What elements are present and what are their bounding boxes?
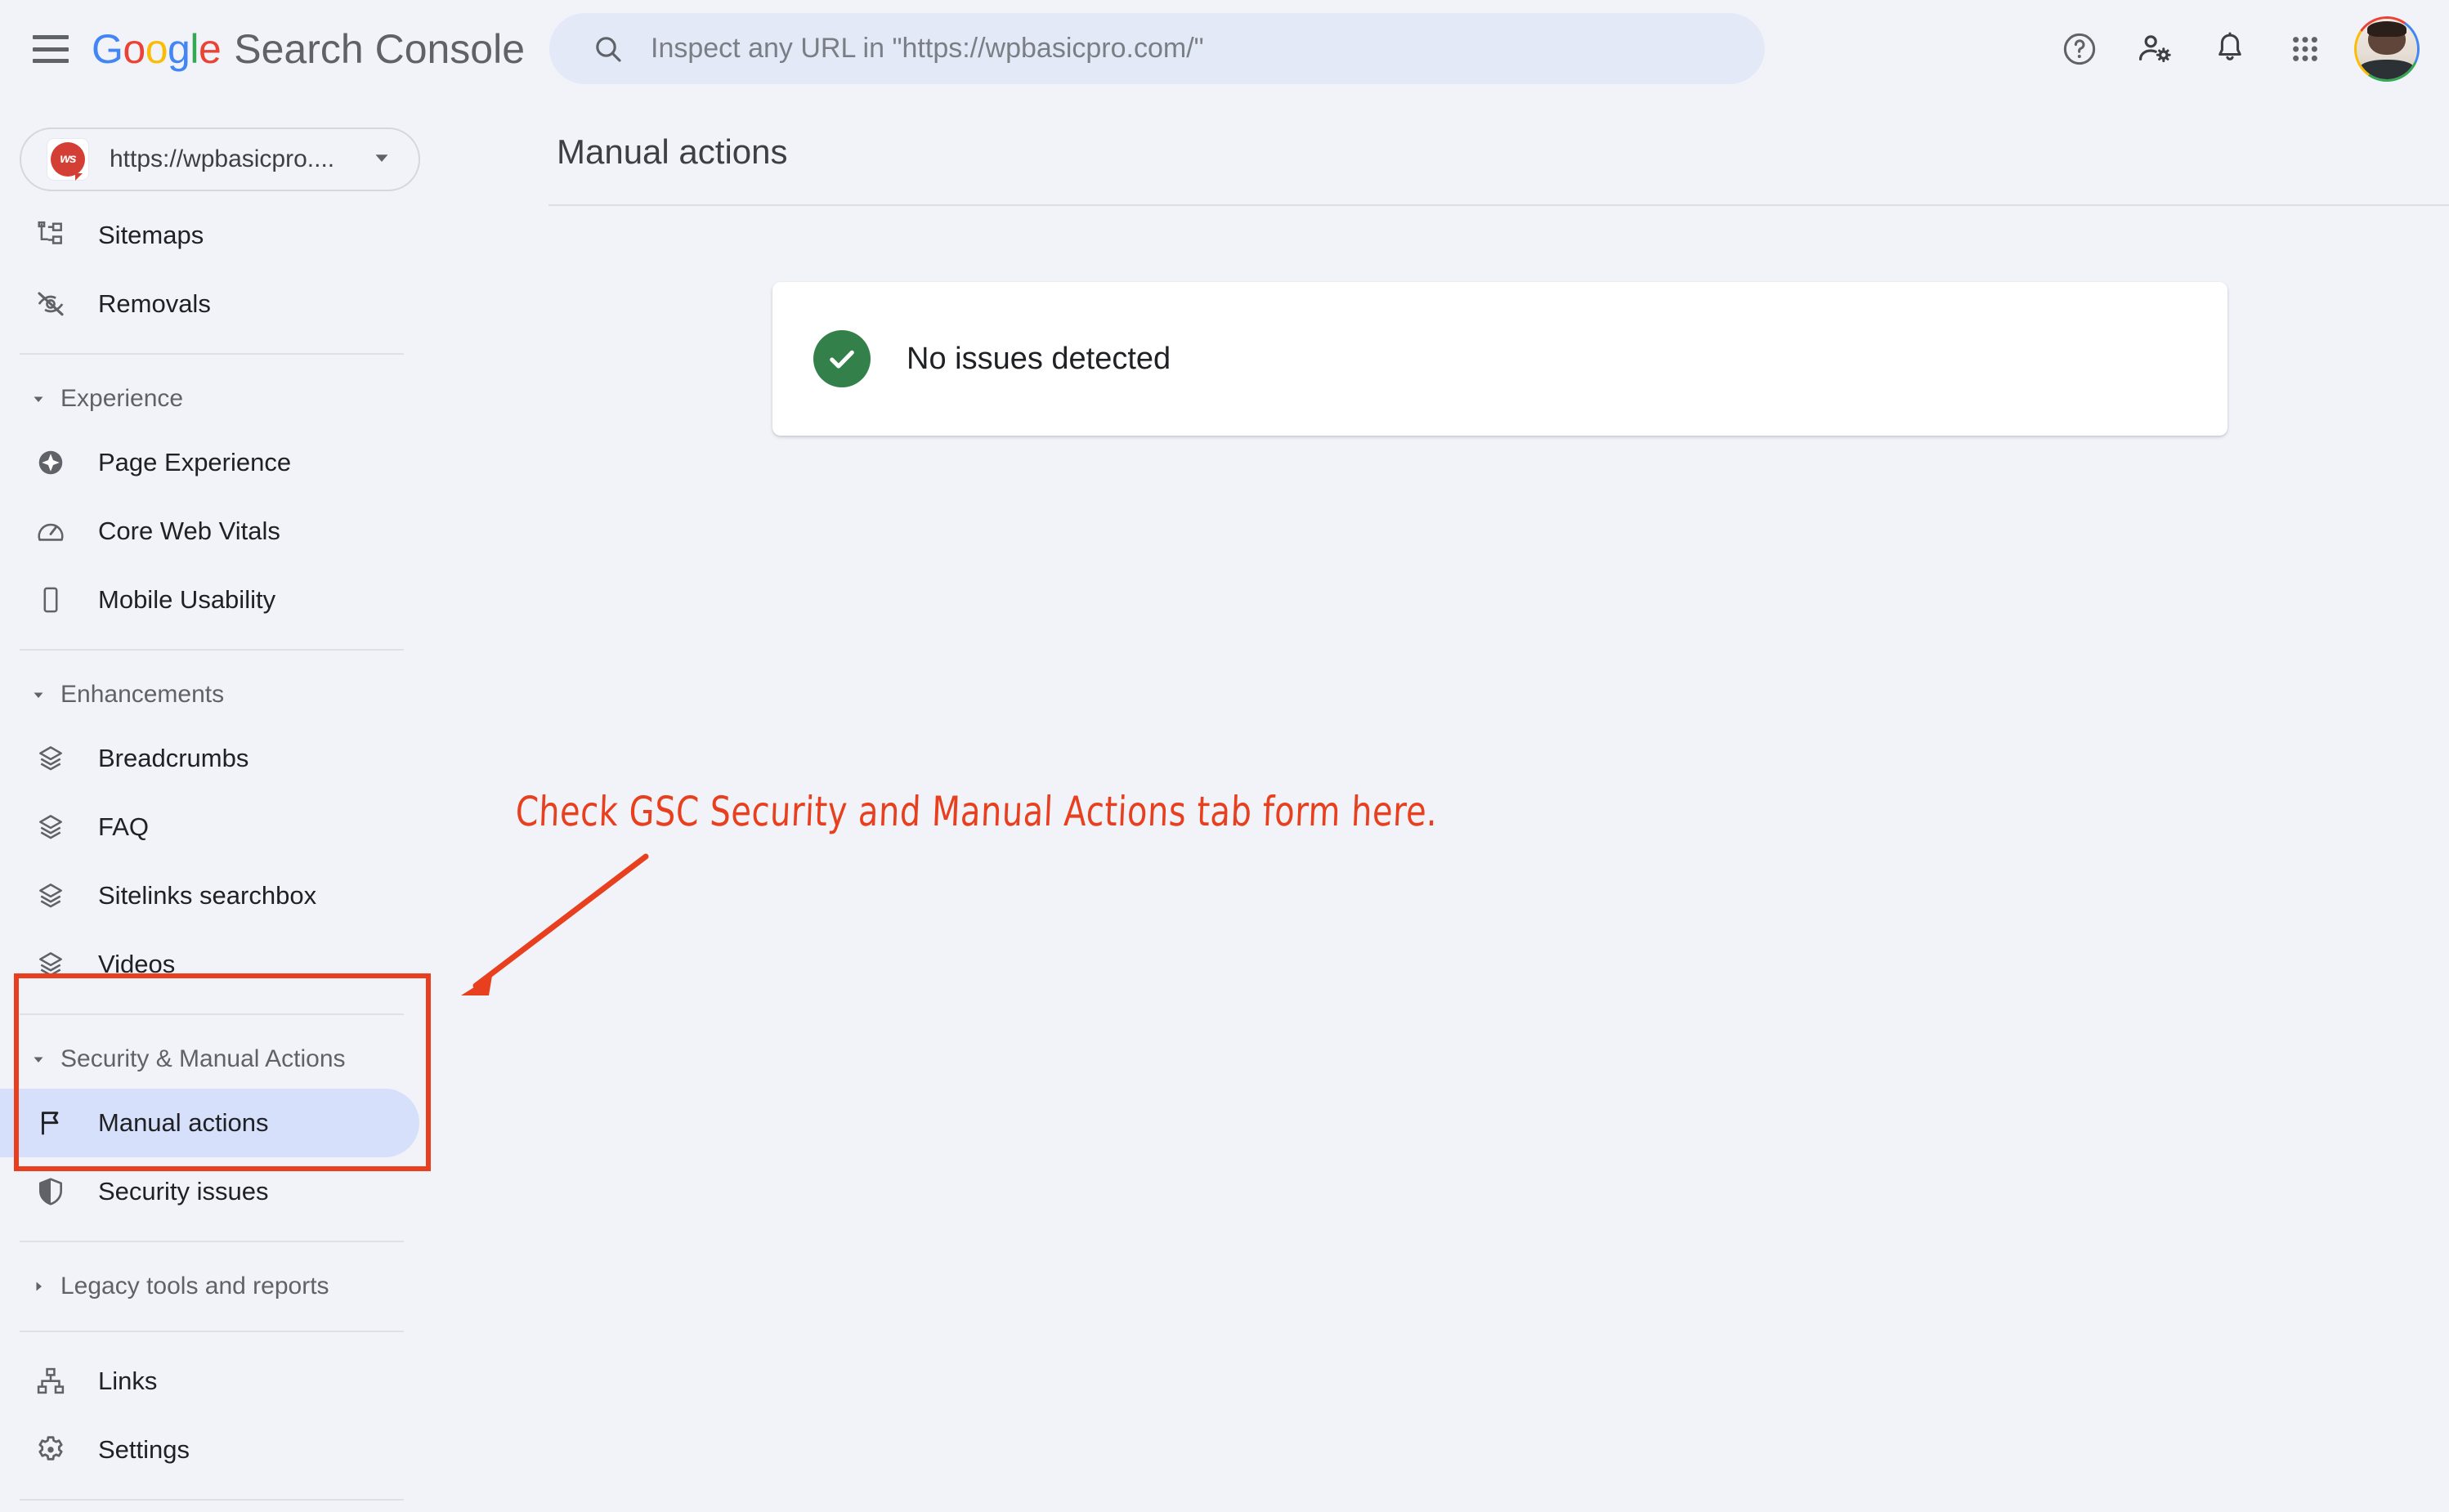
triangle-down-icon (25, 389, 52, 409)
sidebar-item-settings[interactable]: Settings (0, 1416, 419, 1484)
chevron-down-icon (369, 145, 394, 174)
sidebar-group-label: Enhancements (60, 681, 225, 708)
sidebar-group-experience[interactable]: Experience (0, 369, 431, 428)
site-logo-text: ws (60, 152, 76, 166)
google-logo: Google (92, 26, 222, 72)
notifications-bell-icon[interactable] (2192, 11, 2268, 87)
product-name: Search Console (234, 26, 526, 72)
sidebar-divider (20, 1331, 404, 1332)
search-icon (596, 36, 621, 62)
status-card-text: No issues detected (907, 341, 1171, 376)
hamburger-line (33, 59, 69, 63)
sidebar-item-label: Page Experience (98, 448, 292, 476)
sidebar-divider (20, 353, 404, 355)
gear-icon (33, 1434, 69, 1466)
sidebar-item-sitemaps[interactable]: Sitemaps (0, 201, 419, 270)
links-tree-icon (33, 1366, 69, 1397)
search-input-placeholder: Inspect any URL in "https://wpbasicpro.c… (651, 33, 1204, 64)
triangle-down-icon (25, 685, 52, 705)
sidebar-item-manual-actions[interactable]: Manual actions (0, 1089, 419, 1157)
sidebar-item-removals[interactable]: Removals (0, 270, 419, 338)
site-logo-icon: ws (47, 139, 88, 181)
sidebar-item-mobile-usability[interactable]: Mobile Usability (0, 566, 419, 634)
sidebar-item-label: Settings (98, 1435, 190, 1464)
sidebar-divider (20, 1241, 404, 1242)
avatar[interactable] (2354, 16, 2420, 82)
sidebar-item-label: Sitelinks searchbox (98, 881, 317, 910)
status-card: No issues detected (772, 282, 2227, 436)
sidebar-item-label: Mobile Usability (98, 585, 276, 614)
speedometer-icon (33, 516, 69, 547)
layers-icon (33, 743, 69, 774)
sidebar-group-label: Security & Manual Actions (60, 1045, 346, 1072)
page-title: Manual actions (557, 132, 788, 171)
mobile-phone-icon (33, 585, 69, 615)
help-icon[interactable] (2042, 11, 2117, 87)
sidebar-item-label: Security issues (98, 1177, 269, 1206)
triangle-down-icon (25, 1049, 52, 1069)
sidebar-group-security-manual-actions[interactable]: Security & Manual Actions (0, 1030, 431, 1089)
sidebar-divider (20, 1013, 404, 1015)
sidebar-item-label: Links (98, 1367, 158, 1395)
sidebar-divider (20, 1499, 404, 1501)
avatar-image (2357, 19, 2417, 79)
hamburger-menu-icon[interactable] (33, 35, 69, 63)
sidebar-item-label: Core Web Vitals (98, 517, 280, 545)
sidebar-item-core-web-vitals[interactable]: Core Web Vitals (0, 497, 419, 566)
flag-icon (33, 1107, 69, 1138)
app-brand[interactable]: Google Search Console (92, 25, 525, 73)
layers-icon (33, 949, 69, 980)
sidebar-item-label: Breadcrumbs (98, 744, 249, 772)
triangle-right-icon (25, 1277, 52, 1296)
avatar-hair (2366, 20, 2407, 38)
sidebar-item-security-issues[interactable]: Security issues (0, 1157, 419, 1226)
sidebar-item-label: Sitemaps (98, 221, 204, 249)
sidebar-group-label: Experience (60, 385, 184, 412)
sidebar-item-label: Videos (98, 950, 176, 978)
sidebar-item-faq[interactable]: FAQ (0, 793, 419, 861)
sidebar-item-breadcrumbs[interactable]: Breadcrumbs (0, 724, 419, 793)
sidebar-item-label: FAQ (98, 812, 150, 841)
top-bar-icons (2042, 0, 2431, 98)
layers-icon (33, 880, 69, 911)
layers-icon (33, 812, 69, 843)
sidebar-group-legacy-tools[interactable]: Legacy tools and reports (0, 1257, 431, 1316)
annotation-text: Check GSC Security and Manual Actions ta… (514, 789, 1439, 836)
avatar-body (2358, 59, 2415, 79)
property-label: https://wpbasicpro.... (110, 145, 335, 172)
hamburger-line (33, 47, 69, 51)
sidebar-navigation: ws https://wpbasicpro.... Sitemaps Remova… (0, 98, 431, 1512)
google-apps-grid-icon[interactable] (2268, 11, 2343, 87)
sitemap-icon (33, 220, 69, 251)
site-logo-bubble: ws (51, 142, 85, 181)
green-check-circle-icon (813, 330, 871, 387)
account-settings-icon[interactable] (2117, 11, 2192, 87)
sidebar-item-label: Manual actions (98, 1108, 269, 1137)
sidebar-item-label: Removals (98, 289, 211, 318)
title-divider (548, 204, 2449, 206)
sidebar-item-videos[interactable]: Videos (0, 930, 419, 999)
hamburger-line (33, 35, 69, 39)
sidebar-group-label: Legacy tools and reports (60, 1273, 329, 1300)
page-experience-icon (33, 447, 69, 478)
url-inspection-search-bar[interactable]: Inspect any URL in "https://wpbasicpro.c… (549, 13, 1765, 84)
sidebar-item-links[interactable]: Links (0, 1347, 419, 1416)
property-selector[interactable]: ws https://wpbasicpro.... (20, 127, 420, 191)
sidebar-divider (20, 649, 404, 651)
sidebar-items-list: Sitemaps Removals Experience Page Experienc… (0, 201, 431, 1512)
sidebar-item-page-experience[interactable]: Page Experience (0, 428, 419, 497)
shield-icon (33, 1176, 69, 1207)
sidebar-group-enhancements[interactable]: Enhancements (0, 665, 431, 724)
eye-off-icon (33, 288, 69, 320)
sidebar-item-sitelinks-searchbox[interactable]: Sitelinks searchbox (0, 861, 419, 930)
